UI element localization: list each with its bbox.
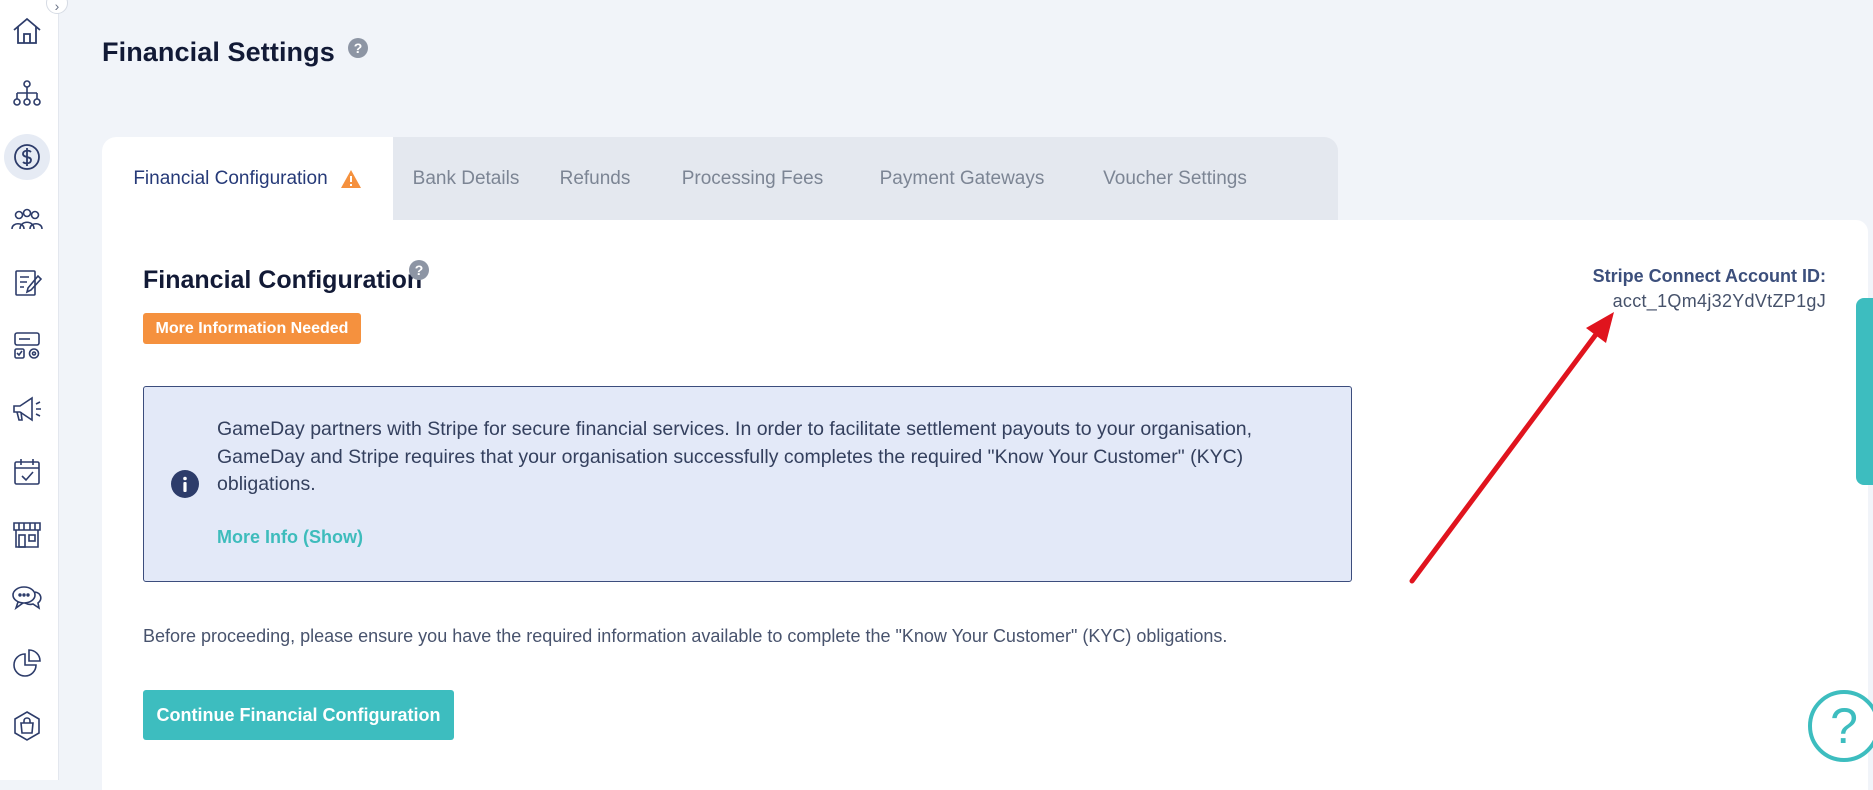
- sidebar: [0, 0, 59, 780]
- tab-voucher-settings[interactable]: Voucher Settings: [1070, 137, 1280, 220]
- members-icon[interactable]: [4, 197, 50, 243]
- help-icon[interactable]: ?: [348, 38, 368, 58]
- tab-payment-gateways[interactable]: Payment Gateways: [854, 137, 1070, 220]
- help-fab-button[interactable]: ?: [1808, 690, 1873, 762]
- controls-icon[interactable]: [4, 323, 50, 369]
- dollar-icon[interactable]: [4, 134, 50, 180]
- registration-form-icon[interactable]: [4, 260, 50, 306]
- chat-icon[interactable]: [4, 575, 50, 621]
- megaphone-icon[interactable]: [4, 386, 50, 432]
- section-help-icon[interactable]: ?: [409, 260, 429, 280]
- kyc-note: Before proceeding, please ensure you hav…: [143, 626, 1228, 646]
- tab-processing-fees[interactable]: Processing Fees: [651, 137, 854, 220]
- financial-configuration-panel: Financial Configuration ? More Informati…: [102, 220, 1868, 790]
- kyc-info-text: GameDay partners with Stripe for secure …: [217, 418, 1253, 495]
- more-info-link[interactable]: More Info (Show): [217, 527, 363, 548]
- shop-icon[interactable]: [4, 512, 50, 558]
- home-icon[interactable]: [4, 8, 50, 54]
- calendar-check-icon[interactable]: [4, 449, 50, 495]
- info-icon: [171, 470, 199, 498]
- chevron-right-icon: ›: [54, 0, 60, 14]
- pie-chart-icon[interactable]: [4, 640, 50, 686]
- status-badge: More Information Needed: [143, 313, 361, 344]
- stripe-account-label: Stripe Connect Account ID:: [1592, 266, 1826, 286]
- tab-bank-details[interactable]: Bank Details: [393, 137, 539, 220]
- org-chart-icon[interactable]: [4, 71, 50, 117]
- question-mark-icon: ?: [1830, 698, 1858, 754]
- kyc-info-box: GameDay partners with Stripe for secure …: [143, 386, 1352, 582]
- page-title: Financial Settings: [102, 37, 335, 67]
- stripe-account-id: acct_1Qm4j32YdVtZP1gJ: [1612, 291, 1826, 311]
- warning-icon: [340, 169, 361, 188]
- feedback-side-tab[interactable]: [1856, 298, 1873, 485]
- tab-bar: Financial Configuration Bank Details Ref…: [102, 137, 1338, 220]
- section-title: Financial Configuration: [143, 266, 423, 294]
- tab-financial-configuration[interactable]: Financial Configuration: [102, 137, 393, 220]
- tab-refunds[interactable]: Refunds: [539, 137, 651, 220]
- shopping-bag-icon[interactable]: [4, 703, 50, 749]
- continue-financial-configuration-button[interactable]: Continue Financial Configuration: [143, 690, 454, 740]
